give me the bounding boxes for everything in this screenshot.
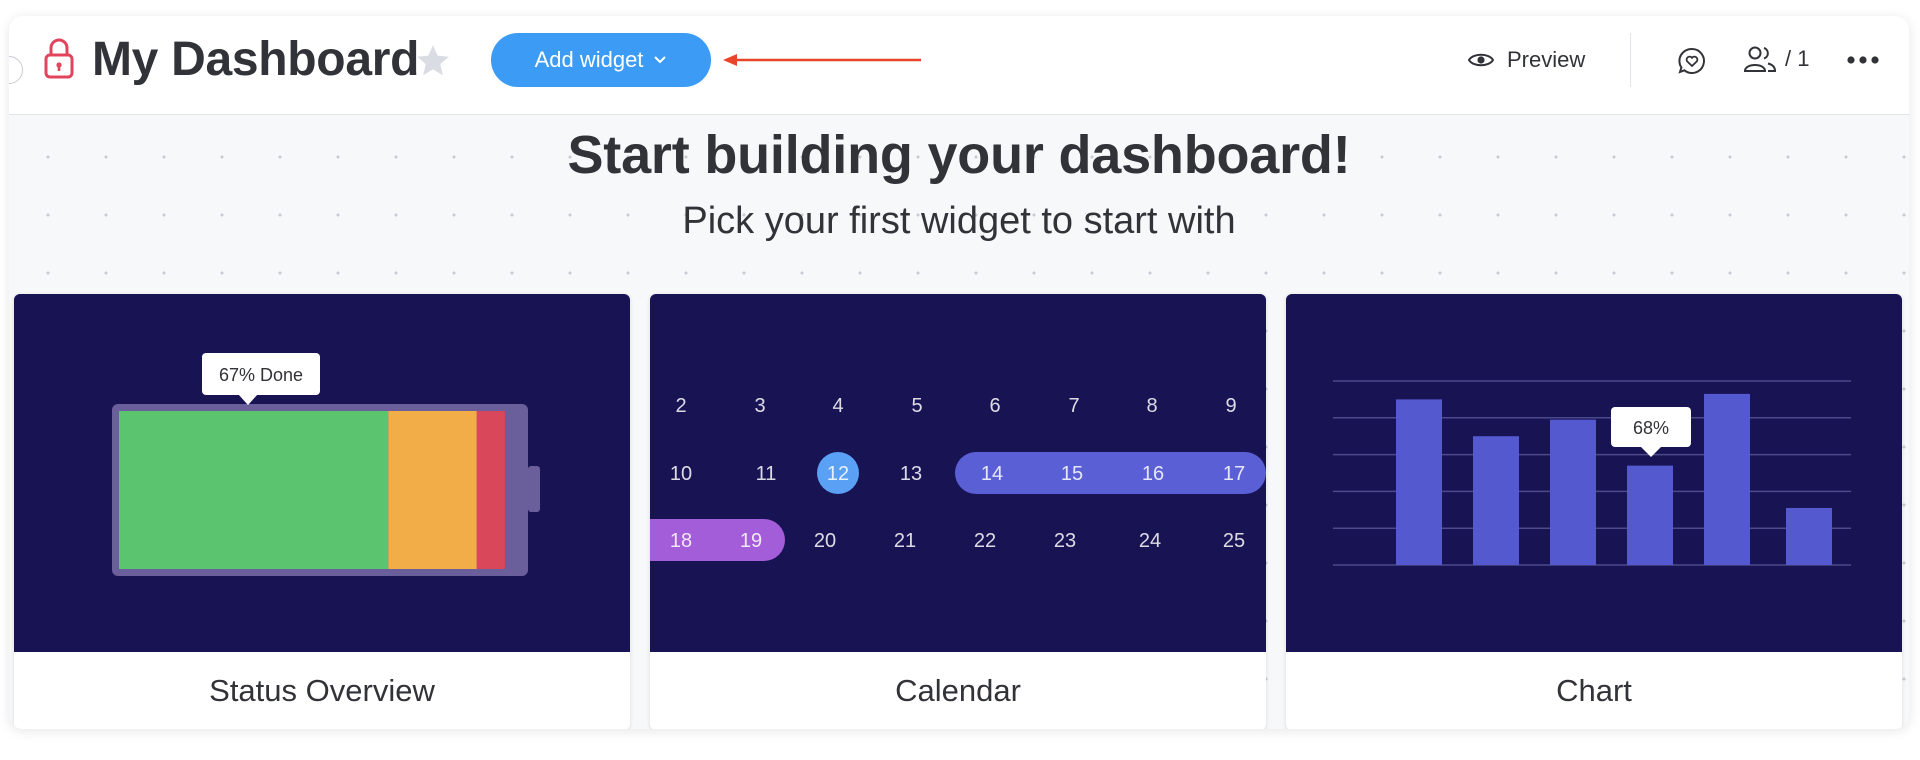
calendar-day: 13 (900, 463, 922, 485)
calendar-day: 23 (1054, 530, 1076, 552)
calendar-day: 17 (1223, 463, 1245, 485)
dashboard-window: My Dashboard Add widget Preview / 1 Star… (9, 16, 1909, 729)
status-overview-label: Status Overview (209, 673, 435, 708)
chart-bar (1627, 465, 1673, 565)
calendar-day: 22 (974, 530, 996, 552)
calendar-day: 15 (1061, 463, 1083, 485)
battery-segment-stuck (476, 411, 505, 569)
preview-button[interactable]: Preview (1467, 44, 1585, 76)
preview-label: Preview (1507, 47, 1586, 72)
calendar-preview: 2 3 4 5 6 7 8 9 10 11 12 13 14 15 16 17 18 19 20 21 22 23 24 25 (650, 294, 1266, 652)
calendar-day: 24 (1139, 530, 1161, 552)
calendar-label: Calendar (895, 673, 1021, 708)
page-title: My Dashboard (92, 33, 420, 86)
status-battery-graphic: 67% Done (112, 353, 540, 576)
calendar-day: 4 (832, 395, 843, 417)
header-divider (1630, 33, 1631, 87)
battery-segment-working (388, 411, 477, 569)
calendar-graphic: 2 3 4 5 6 7 8 910 11 12 13 14 15 16 1718 19 20 21 22 23 24 25 (650, 395, 1266, 561)
calendar-day: 25 (1223, 530, 1245, 552)
battery-segment-done (119, 411, 389, 569)
chart-tooltip-text: 68% (1633, 418, 1669, 438)
chart-bar (1704, 393, 1750, 565)
chart-preview: 68% (1286, 294, 1902, 652)
calendar-day: 19 (740, 530, 762, 552)
calendar-day: 10 (670, 463, 692, 485)
dashboard-header: My Dashboard Add widget Preview / 1 (9, 16, 1909, 115)
lock-icon (44, 38, 74, 79)
calendar-day: 21 (894, 530, 916, 552)
annotation-arrow (723, 54, 921, 66)
more-icon[interactable] (1845, 54, 1881, 66)
calendar-day: 2 (675, 395, 686, 417)
status-overview-preview: 67% Done (14, 294, 630, 652)
people-icon (1743, 46, 1777, 72)
calendar-day: 16 (1142, 463, 1164, 485)
chat-heart-icon[interactable] (1676, 45, 1708, 77)
chevron-down-icon (654, 56, 667, 64)
calendar-day: 7 (1068, 395, 1079, 417)
sidebar-collapse-handle[interactable] (9, 56, 23, 84)
add-widget-button[interactable]: Add widget (491, 33, 711, 87)
chart-bar (1786, 507, 1832, 565)
chart-tooltip: 68% (1611, 407, 1691, 457)
calendar-day: 3 (754, 395, 765, 417)
chart-bar (1550, 419, 1596, 565)
star-icon[interactable] (414, 42, 452, 80)
hero-subtitle: Pick your first widget to start with (682, 200, 1236, 242)
calendar-day: 11 (756, 463, 777, 485)
chart-widget-card[interactable]: 68% Chart (1286, 294, 1902, 729)
status-overview-widget-card[interactable]: 67% Done Status Overview (14, 294, 630, 729)
members-button[interactable]: / 1 (1743, 42, 1809, 76)
chart-label: Chart (1556, 673, 1632, 708)
eye-icon (1467, 53, 1495, 67)
calendar-day: 8 (1146, 395, 1157, 417)
calendar-day: 12 (827, 463, 849, 485)
calendar-day: 14 (981, 463, 1003, 485)
calendar-widget-card[interactable]: 2 3 4 5 6 7 8 9 10 11 12 13 14 15 16 17 18 19 20 21 22 23 24 25… (650, 294, 1266, 729)
calendar-day: 6 (989, 395, 1000, 417)
hero-title: Start building your dashboard! (567, 125, 1351, 185)
calendar-day: 5 (911, 395, 922, 417)
members-count: / 1 (1785, 46, 1810, 71)
calendar-day: 9 (1225, 395, 1236, 417)
chart-graphic: 68% (1333, 380, 1851, 566)
dashboard-empty-state: Start building your dashboard! Pick your… (9, 116, 1909, 729)
add-widget-label: Add widget (534, 47, 644, 72)
status-tooltip-text: 67% Done (219, 365, 303, 385)
chart-bar (1473, 436, 1519, 565)
calendar-day: 18 (670, 530, 692, 552)
calendar-day: 20 (814, 530, 836, 552)
chart-bar (1396, 399, 1442, 565)
